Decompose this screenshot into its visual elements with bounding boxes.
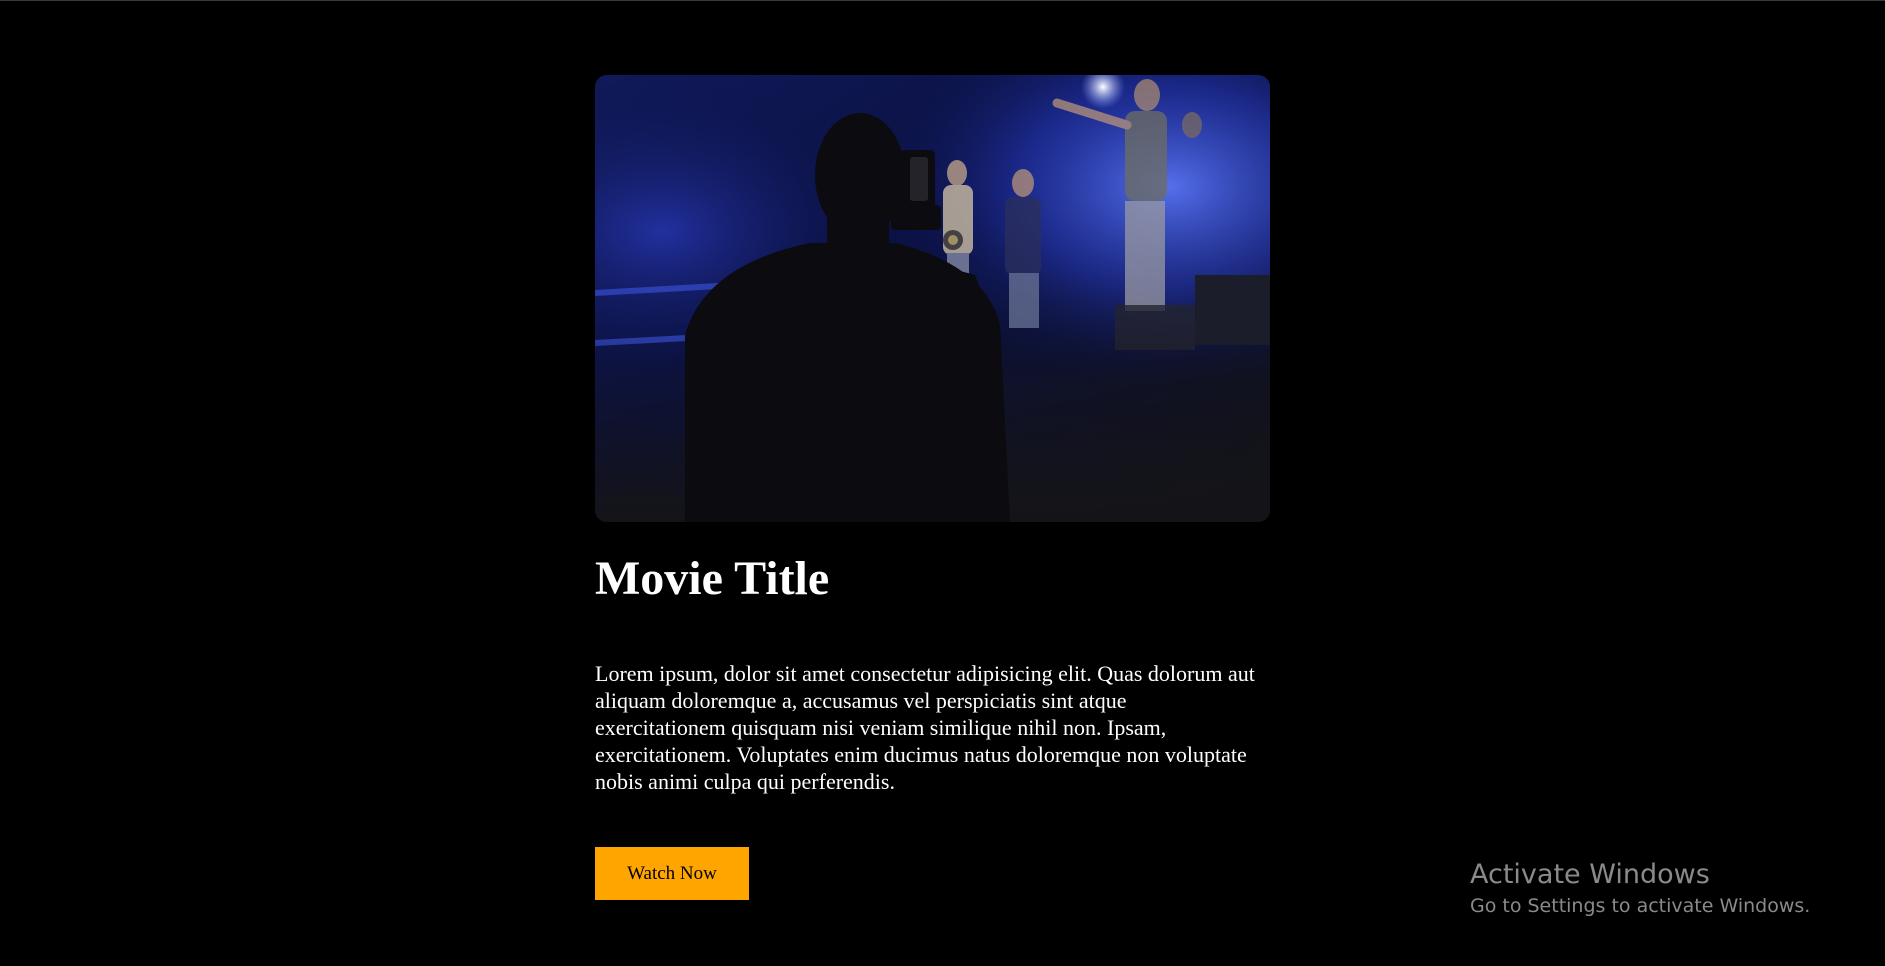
movie-card: Movie Title Lorem ipsum, dolor sit amet …	[595, 75, 1270, 900]
activate-windows-title: Activate Windows	[1470, 859, 1710, 890]
window-top-border	[0, 0, 1885, 1]
activate-windows-subtitle: Go to Settings to activate Windows.	[1470, 895, 1811, 917]
movie-title: Movie Title	[595, 552, 830, 605]
watch-now-button[interactable]: Watch Now	[595, 847, 749, 900]
activate-windows-watermark: Activate Windows Go to Settings to activ…	[1470, 858, 1810, 920]
movie-poster-image	[595, 75, 1270, 522]
movie-description: Lorem ipsum, dolor sit amet consectetur …	[595, 661, 1255, 794]
